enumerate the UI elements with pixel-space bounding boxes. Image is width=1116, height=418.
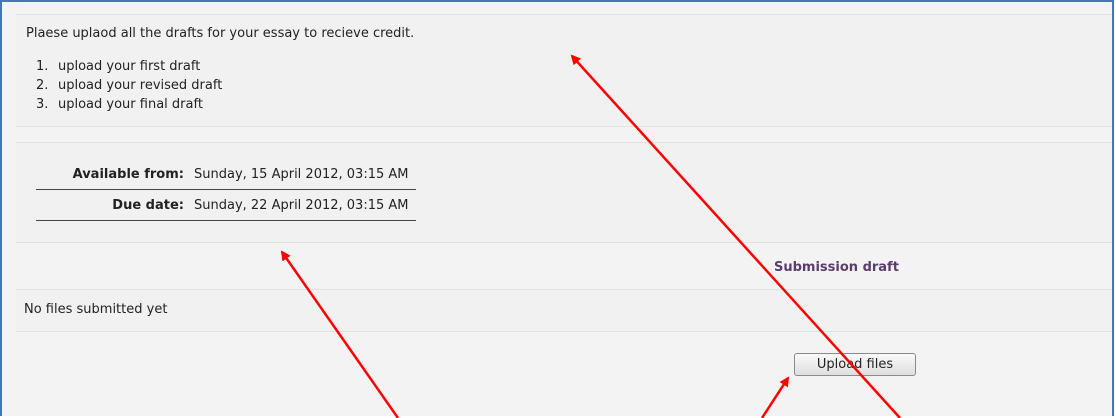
dates-table: Available from: Sunday, 15 April 2012, 0… bbox=[36, 159, 417, 221]
available-from-label: Available from: bbox=[36, 159, 194, 190]
assignment-intro-text: Plaese uplaod all the drafts for your es… bbox=[26, 26, 415, 41]
table-row: Available from: Sunday, 15 April 2012, 0… bbox=[36, 159, 417, 190]
due-date-label: Due date: bbox=[36, 189, 194, 221]
step-number: 1. bbox=[36, 59, 49, 74]
step-number: 2. bbox=[36, 78, 49, 93]
step-text: upload your first draft bbox=[58, 59, 201, 74]
submission-status-box: No files submitted yet bbox=[16, 289, 1112, 332]
available-from-value: Sunday, 15 April 2012, 03:15 AM bbox=[194, 159, 417, 190]
assignment-page-frame: Plaese uplaod all the drafts for your es… bbox=[0, 0, 1114, 416]
upload-files-button[interactable]: Upload files bbox=[794, 353, 916, 376]
assignment-dates-box: Available from: Sunday, 15 April 2012, 0… bbox=[16, 142, 1112, 243]
due-date-value: Sunday, 22 April 2012, 03:15 AM bbox=[194, 189, 417, 221]
step-text: upload your revised draft bbox=[58, 78, 223, 93]
step-number: 3. bbox=[36, 97, 49, 112]
step-text: upload your final draft bbox=[58, 97, 203, 112]
list-item: 3. upload your final draft bbox=[36, 95, 222, 114]
list-item: 1. upload your first draft bbox=[36, 57, 222, 76]
assignment-intro-box: Plaese uplaod all the drafts for your es… bbox=[16, 14, 1112, 127]
table-row: Due date: Sunday, 22 April 2012, 03:15 A… bbox=[36, 189, 417, 221]
submission-status-text: No files submitted yet bbox=[24, 302, 168, 317]
list-item: 2. upload your revised draft bbox=[36, 76, 222, 95]
submission-draft-heading: Submission draft bbox=[774, 260, 899, 275]
draft-steps-list: 1. upload your first draft 2. upload your … bbox=[36, 57, 222, 114]
